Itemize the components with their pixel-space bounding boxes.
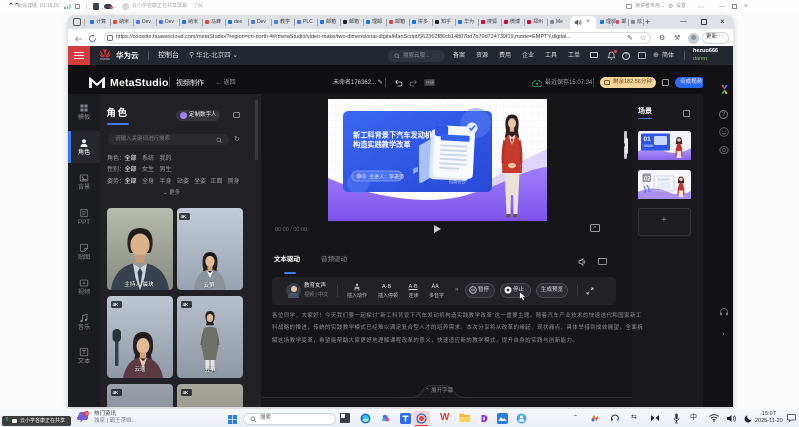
svg-text:HUAWEI: HUAWEI (100, 58, 110, 60)
svg-text:02: 02 (644, 176, 651, 182)
svg-text:3: 3 (86, 412, 88, 416)
svg-text:构造实践教学改革: 构造实践教学改革 (353, 140, 411, 149)
svg-text:01: 01 (644, 136, 652, 143)
svg-text:主讲人：李老师: 主讲人：李老师 (369, 173, 404, 180)
svg-text:新工科背景下汽车发动机: 新工科背景下汽车发动机 (353, 131, 433, 140)
